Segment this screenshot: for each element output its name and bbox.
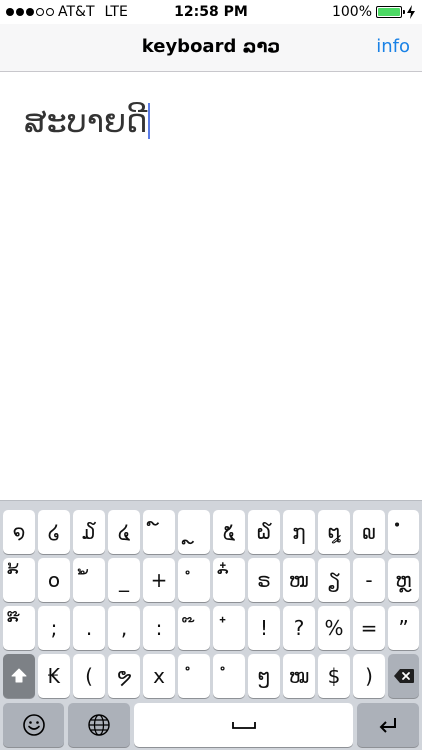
space-bar-icon (231, 722, 256, 729)
page-title: keyboard ລາວ (141, 36, 281, 57)
info-button[interactable]: info (376, 36, 410, 57)
key[interactable]: - (353, 558, 385, 602)
key[interactable]: _ (108, 558, 140, 602)
key[interactable]: ໓ (73, 510, 105, 554)
key[interactable]: . (73, 606, 105, 650)
key[interactable]: ” (388, 606, 419, 650)
key[interactable]: ໍ (178, 558, 210, 602)
key[interactable]: ? (283, 606, 315, 650)
key[interactable]: + (143, 558, 175, 602)
return-arrow-icon (379, 718, 396, 733)
key[interactable]: ໑ (3, 510, 35, 554)
globe-icon (88, 714, 110, 736)
key[interactable]: ຣ (248, 558, 280, 602)
key[interactable]: ໖ (248, 510, 280, 554)
emoji-button[interactable] (3, 703, 64, 747)
key[interactable]: ໜ (283, 558, 315, 602)
key[interactable]: ₭ (38, 654, 70, 698)
key[interactable]: ໌ (143, 510, 175, 554)
key[interactable]: ໍ (213, 654, 245, 698)
globe-button[interactable] (68, 703, 130, 747)
key[interactable]: ໙ (353, 510, 385, 554)
key[interactable]: ໋ (213, 606, 245, 650)
key[interactable]: ໍ່ (388, 510, 419, 554)
status-bar: AT&T LTE 12:58 PM 100% (0, 0, 422, 24)
status-right: 100% (332, 4, 416, 20)
key[interactable]: ໕ (213, 510, 245, 554)
key[interactable]: $ (318, 654, 350, 698)
key[interactable]: ໍ້ (73, 558, 105, 602)
key[interactable]: ໆ (248, 654, 280, 698)
return-key[interactable] (357, 703, 419, 747)
key[interactable]: ົ໊ (3, 606, 35, 650)
key[interactable]: ໗ (283, 510, 315, 554)
key[interactable]: ົ້ (3, 558, 35, 602)
key[interactable]: % (318, 606, 350, 650)
key[interactable]: , (108, 606, 140, 650)
backspace-icon (393, 669, 414, 683)
key[interactable]: ໊ (178, 606, 210, 650)
key[interactable]: x (143, 654, 175, 698)
editor-text: ສະບາຍດີ (24, 102, 148, 140)
key[interactable]: ຽ (318, 558, 350, 602)
key[interactable]: ົ໋ (213, 558, 245, 602)
text-editor[interactable]: ສະບາຍດີ (24, 102, 151, 140)
key[interactable]: ໔ (108, 510, 140, 554)
key[interactable]: ໘ (318, 510, 350, 554)
navigation-bar: keyboard ລາວ info (0, 24, 422, 72)
text-caret (148, 103, 151, 139)
key[interactable]: : (143, 606, 175, 650)
backspace-key[interactable] (388, 654, 419, 698)
key[interactable]: ຯ (108, 654, 140, 698)
key[interactable]: ໐ (38, 558, 70, 602)
key[interactable]: ; (38, 606, 70, 650)
battery-percent: 100% (331, 4, 372, 20)
key[interactable]: ຫຼ (388, 558, 419, 602)
shift-arrow-icon (11, 668, 27, 683)
key[interactable]: ໒ (38, 510, 70, 554)
key[interactable]: = (353, 606, 385, 650)
key[interactable]: ! (248, 606, 280, 650)
lao-keyboard: ໑ ໒ ໓ ໔ ໌ ຼ ໕ ໖ ໗ ໘ ໙ ໍ່ ົ້ ໐ ໍ້ _ + ໍ ົ… (0, 500, 422, 750)
key[interactable]: ( (73, 654, 105, 698)
key[interactable]: ) (353, 654, 385, 698)
battery-icon (376, 6, 405, 18)
key[interactable]: ຼ (178, 510, 210, 554)
smiley-icon (22, 714, 45, 736)
key[interactable]: ໝ (283, 654, 315, 698)
key[interactable]: ໍ (178, 654, 210, 698)
charging-bolt-icon (407, 5, 415, 19)
space-bar[interactable] (134, 703, 353, 747)
shift-key[interactable] (3, 654, 35, 698)
